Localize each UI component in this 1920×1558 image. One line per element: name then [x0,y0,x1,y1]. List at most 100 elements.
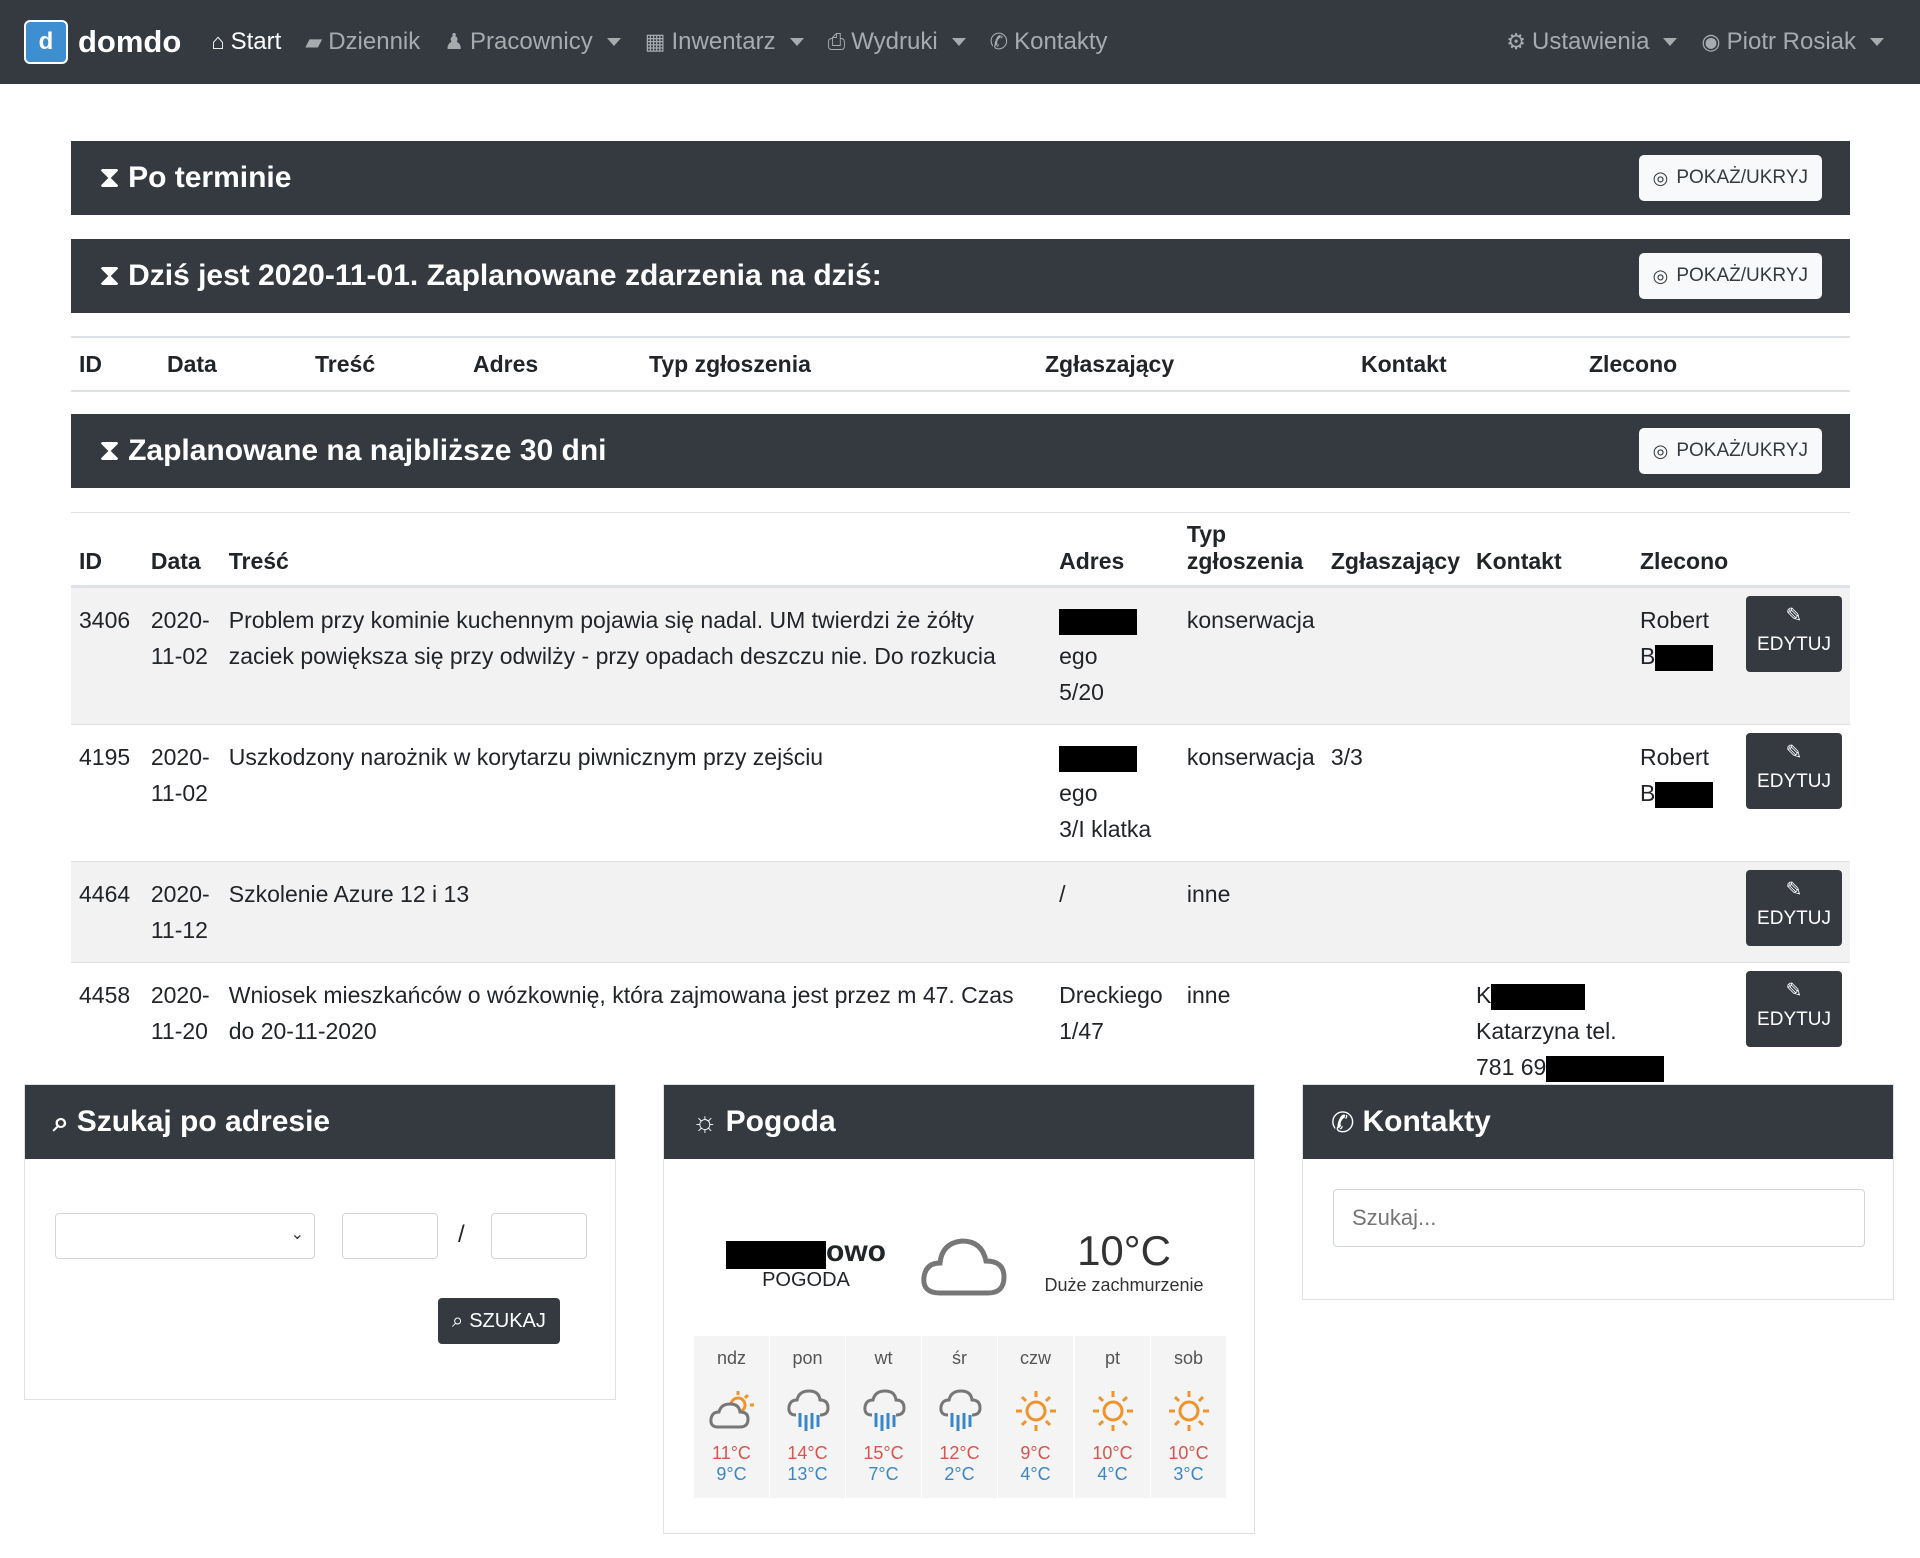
chevron-down-icon [1870,38,1884,46]
table-row: 3406 2020-11-02 Problem przy kominie kuc… [71,586,1850,725]
table-row: 4195 2020-11-02 Uszkodzony narożnik w ko… [71,724,1850,862]
edit-button[interactable]: ✎ EDYTUJ [1746,733,1842,809]
today-toggle-button[interactable]: ◎ POKAŻ/UKRYJ [1638,253,1822,299]
chevron-down-icon [1663,38,1678,46]
address-line1: ego [1059,643,1098,669]
chevron-down-icon [951,38,966,46]
col-id: ID [71,512,143,588]
brand[interactable]: d domdo [24,20,181,64]
redacted-block [1491,983,1586,1010]
weather-card-title: Pogoda [725,1105,836,1138]
cell-date: 2020-11-20 [142,962,221,1099]
cell-address: ego 5/20 [1051,586,1179,725]
next30-toggle-button[interactable]: ◎ POKAŻ/UKRYJ [1638,428,1822,474]
partly-cloudy-icon [694,1387,769,1435]
col-type: Typ zgłoszenia [1178,512,1323,588]
contacts-card-title: Kontakty [1362,1105,1491,1138]
forecast-day-name: śr [952,1348,967,1368]
forecast-day: sob 10°C 3°C [1151,1336,1226,1498]
search-button[interactable]: ⌕ SZUKAJ [438,1298,560,1344]
rain-icon [922,1387,997,1435]
cell-address: Dreckiego 1/47 [1051,962,1179,1099]
cell-actions: ✎ EDYTUJ [1738,861,1850,963]
cell-content: Wniosek mieszkańców o wózkownię, która z… [220,962,1052,1099]
contact-line1: K [1476,982,1492,1008]
nav-inwentarz[interactable]: ▦ Inwentarz [645,28,804,56]
edit-label: EDYTUJ [1757,634,1831,655]
forecast-day: pon 14°C 13°C [770,1336,845,1498]
weather-temperature: 10°C [1077,1227,1171,1274]
nav-pracownicy[interactable]: ♟ Pracownicy [444,28,621,56]
forecast-low: 13°C [787,1464,828,1484]
weather-city: owo [826,1235,886,1268]
assigned-first: Robert [1640,607,1710,633]
forecast-low: 4°C [1020,1464,1051,1484]
col-actions [1738,512,1850,588]
contact-line2: Katarzyna tel. [1476,1018,1617,1044]
search-card-title: Szukaj po adresie [76,1105,331,1138]
cell-type: inne [1178,861,1323,963]
events-table: ID Data Treść Adres Typ zgłoszenia Zgłas… [71,512,1850,1099]
forecast-day: śr 12°C 2°C [922,1336,997,1498]
forecast-day-name: ndz [716,1348,747,1368]
gear-icon: ⚙ [1506,29,1527,54]
edit-button[interactable]: ✎ EDYTUJ [1746,596,1842,672]
cell-assigned [1632,861,1738,963]
forecast-low: 3°C [1173,1464,1204,1484]
col-reporter: Zgłaszający [1322,512,1468,588]
edit-button[interactable]: ✎ EDYTUJ [1746,971,1842,1047]
search-card: ⌕ Szukaj po adresie ⌄ / ⌕ SZUKAJ [24,1084,616,1400]
pencil-icon: ✎ [1785,605,1803,627]
nav-kontakty[interactable]: ✆ Kontakty [990,28,1108,56]
nav-start[interactable]: ⌂ Start [211,28,281,56]
person-icon: ♟ [444,29,464,54]
address-line1: ego [1059,780,1098,806]
building-number-input[interactable] [342,1213,438,1259]
cell-reporter [1322,586,1468,725]
apartment-number-input[interactable] [491,1213,587,1259]
rain-icon [770,1387,845,1435]
redacted-block [726,1240,826,1269]
nav-settings-label: Ustawienia [1532,28,1650,55]
forecast-low: 7°C [868,1464,899,1484]
forecast-day: pt 10°C 4°C [1075,1336,1150,1498]
address-line2: 1/47 [1059,1018,1104,1044]
section-today-title: Dziś jest 2020-11-01. Zaplanowane zdarze… [128,259,882,292]
street-select[interactable]: ⌄ [55,1213,315,1259]
cell-assigned: Robert B [1632,724,1738,862]
col-date: Data [142,512,221,588]
overdue-toggle-button[interactable]: ◎ POKAŻ/UKRYJ [1638,155,1822,201]
forecast-high: 9°C [1020,1443,1051,1463]
chevron-down-icon [789,38,804,46]
sun-icon: ☼ [692,1106,718,1137]
nav-user-label: Piotr Rosiak [1726,28,1856,55]
contacts-search-input[interactable] [1333,1189,1865,1247]
cell-content: Szkolenie Azure 12 i 13 [220,861,1052,963]
nav-user[interactable]: ◉ Piotr Rosiak [1701,28,1884,56]
edit-button[interactable]: ✎ EDYTUJ [1746,870,1842,946]
cell-contact [1468,861,1632,963]
book-icon: ▰ [305,29,323,54]
nav-wydruki-label: Wydruki [851,28,938,55]
toggle-label: POKAŻ/UKRYJ [1676,167,1808,188]
nav-dziennik-label: Dziennik [328,28,421,55]
eye-slash-icon: ◎ [1652,167,1669,188]
redacted-block [1059,608,1138,635]
cell-id: 3406 [71,586,143,725]
sun-icon [1151,1387,1226,1435]
nav-inwentarz-label: Inwentarz [671,28,776,55]
nav-settings[interactable]: ⚙ Ustawienia [1506,28,1678,56]
cell-actions: ✎ EDYTUJ [1738,724,1850,862]
forecast-high: 14°C [787,1443,828,1463]
pencil-icon: ✎ [1785,742,1803,764]
forecast-high: 11°C [712,1443,751,1463]
printer-icon: ⎙ [827,29,846,54]
forecast-day: wt 15°C 7°C [846,1336,921,1498]
eye-slash-icon: ◎ [1652,440,1669,461]
nav-dziennik[interactable]: ▰ Dziennik [305,28,420,56]
building-icon: ▦ [644,29,666,54]
weather-description: Duże zachmurzenie [1044,1275,1204,1295]
contacts-card-header: ✆ Kontakty [1303,1085,1893,1159]
redacted-block [1059,745,1138,772]
nav-wydruki[interactable]: ⎙ Wydruki [828,28,966,56]
